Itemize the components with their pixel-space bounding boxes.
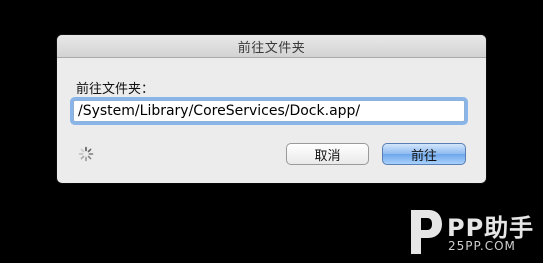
- watermark: PP助手 25PP.COM: [405, 206, 535, 260]
- progress-spinner-icon: [78, 146, 94, 162]
- watermark-brand: PP助手: [447, 214, 535, 242]
- folder-path-input[interactable]: [73, 100, 465, 122]
- cancel-button[interactable]: 取消: [286, 143, 369, 165]
- pp-logo-icon: [411, 210, 442, 254]
- dialog-title: 前往文件夹: [237, 40, 306, 56]
- watermark-url: 25PP.COM: [448, 239, 516, 253]
- go-to-folder-dialog: 前往文件夹 前往文件夹： 取消 前往: [57, 35, 486, 183]
- dialog-titlebar: 前往文件夹: [57, 35, 486, 58]
- go-button[interactable]: 前往: [382, 143, 466, 165]
- path-prompt-label: 前往文件夹：: [76, 82, 155, 97]
- screen: 前往文件夹 前往文件夹： 取消 前往 PP助手 25PP.COM: [0, 0, 543, 263]
